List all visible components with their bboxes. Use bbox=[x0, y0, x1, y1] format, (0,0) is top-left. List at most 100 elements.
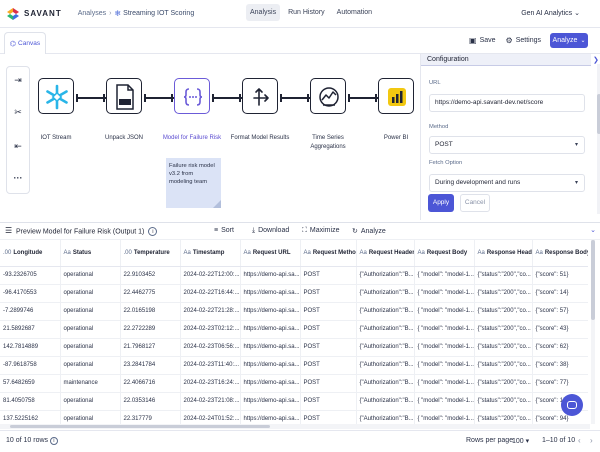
tab-automation[interactable]: Automation bbox=[333, 4, 376, 21]
powerbi-icon bbox=[379, 79, 415, 115]
table-cell: 137.5225162 bbox=[0, 410, 61, 424]
settings-label: Settings bbox=[515, 37, 541, 44]
table-row[interactable]: 57.6482659 maintenance 22.4066716 2024-02-2… bbox=[0, 374, 588, 393]
input-icon[interactable]: ⇥ bbox=[7, 75, 29, 86]
sort-label: Sort bbox=[221, 227, 234, 234]
column-header[interactable]: Aa Status bbox=[60, 240, 121, 267]
chevron-right-icon[interactable]: ❯ bbox=[593, 56, 599, 64]
scrollbar-thumb[interactable] bbox=[10, 425, 270, 428]
table-cell: {"score": 51} bbox=[532, 266, 588, 285]
table-cell: 22.0353146 bbox=[120, 392, 181, 411]
input-port[interactable] bbox=[103, 94, 105, 102]
connector bbox=[280, 97, 310, 99]
analyze-button[interactable]: Analyze ⌄ bbox=[550, 33, 588, 48]
sticky-note[interactable]: Failure risk model v3.2 from modeling te… bbox=[166, 158, 221, 208]
column-type-icon: Aa bbox=[535, 249, 543, 256]
url-field[interactable]: https://demo-api.savant-dev.net/score bbox=[429, 94, 585, 112]
output-port[interactable] bbox=[76, 94, 78, 102]
info-icon[interactable]: i bbox=[49, 437, 58, 445]
table-row[interactable]: -96.4170553 operational 22.4462775 2024-02-… bbox=[0, 284, 588, 303]
table-row[interactable]: 142.7814889 operational 21.7968127 2024-02-… bbox=[0, 338, 588, 357]
column-header[interactable]: Aa Request URL bbox=[240, 240, 301, 267]
table-row[interactable]: 81.4050758 operational 22.0353146 2024-02-2… bbox=[0, 392, 588, 411]
output-port[interactable] bbox=[212, 94, 214, 102]
column-header[interactable]: Aa Response Body bbox=[532, 240, 588, 267]
node-unpack-json[interactable] bbox=[106, 78, 142, 114]
node-iot-stream[interactable] bbox=[38, 78, 74, 114]
column-header[interactable]: Aa Request Body bbox=[414, 240, 475, 267]
preview-analyze-button[interactable]: ↻ Analyze bbox=[352, 227, 386, 235]
download-label: Download bbox=[258, 227, 290, 234]
workflow-canvas[interactable]: IOT Stream Unpack JSON Model for Failure… bbox=[30, 56, 415, 222]
table-cell: { "model": "model-1... bbox=[414, 302, 475, 321]
prev-page-icon[interactable]: ‹ bbox=[578, 436, 581, 445]
node-power-bi[interactable] bbox=[378, 78, 414, 114]
table-vertical-scrollbar[interactable] bbox=[591, 240, 595, 424]
column-type-icon: Aa bbox=[243, 249, 251, 256]
table-cell: POST bbox=[300, 392, 357, 411]
snowflake-icon: ❄ bbox=[114, 9, 122, 18]
table-row[interactable]: -87.9618758 operational 23.2841784 2024-02-… bbox=[0, 356, 588, 375]
input-port[interactable] bbox=[375, 94, 377, 102]
input-port[interactable] bbox=[307, 94, 309, 102]
format-arrows-icon bbox=[243, 79, 279, 115]
menu-icon[interactable]: ☰ bbox=[5, 226, 12, 235]
fetch-option-select[interactable]: During development and runs ▾ bbox=[429, 174, 585, 192]
column-header[interactable]: Aa Request Headers bbox=[356, 240, 415, 267]
tab-run-history[interactable]: Run History bbox=[284, 4, 329, 21]
table-cell: 2024-02-22T12:00:... bbox=[180, 266, 241, 285]
table-cell: https://demo-api.sa... bbox=[240, 356, 301, 375]
connector bbox=[144, 97, 174, 99]
refresh-icon: ↻ bbox=[352, 228, 358, 235]
sort-icon: ≡ bbox=[214, 227, 219, 234]
node-time-series-aggregations[interactable] bbox=[310, 78, 346, 114]
output-port[interactable] bbox=[280, 94, 282, 102]
info-icon[interactable]: i bbox=[148, 227, 158, 236]
rows-per-page-select[interactable]: 100 ▾ bbox=[512, 437, 529, 445]
table-cell: 2024-02-22T16:44:... bbox=[180, 284, 241, 303]
maximize-button[interactable]: ⛶ Maximize bbox=[302, 227, 339, 235]
cancel-button[interactable]: Cancel bbox=[460, 194, 490, 212]
savant-logo[interactable]: SAVANT bbox=[6, 7, 62, 21]
breadcrumb-analyses[interactable]: Analyses bbox=[78, 10, 106, 17]
table-cell: 2024-02-23T11:40:... bbox=[180, 356, 241, 375]
output-port[interactable] bbox=[348, 94, 350, 102]
output-port[interactable] bbox=[144, 94, 146, 102]
connector bbox=[212, 97, 242, 99]
method-select[interactable]: POST ▾ bbox=[429, 136, 585, 154]
node-format-model-results[interactable] bbox=[242, 78, 278, 114]
tab-analysis[interactable]: Analysis bbox=[246, 4, 281, 21]
table-row[interactable]: -93.2326705 operational 22.9103452 2024-02-… bbox=[0, 266, 588, 285]
chat-assistant-button[interactable] bbox=[561, 394, 583, 416]
column-type-icon: Aa bbox=[477, 249, 485, 256]
input-port[interactable] bbox=[239, 94, 241, 102]
settings-button[interactable]: ⚙ Settings bbox=[506, 36, 541, 45]
table-row[interactable]: -7.2899746 operational 22.0165198 2024-02-2… bbox=[0, 302, 588, 321]
more-icon[interactable]: ··· bbox=[7, 173, 29, 183]
collapse-chevron-icon[interactable]: ⌄ bbox=[590, 226, 596, 234]
table-row[interactable]: 137.5225162 operational 22.317779 2024-02-2… bbox=[0, 410, 588, 424]
scrollbar-thumb[interactable] bbox=[591, 240, 595, 320]
column-header[interactable]: Aa Timestamp bbox=[180, 240, 241, 267]
tab-canvas[interactable]: ⌬ Canvas bbox=[4, 32, 46, 54]
table-cell: POST bbox=[300, 410, 357, 424]
column-header[interactable]: .00 Temperature bbox=[120, 240, 181, 267]
fetch-option-value: During development and runs bbox=[435, 179, 521, 186]
sort-button[interactable]: ≡ Sort bbox=[214, 227, 234, 234]
input-port[interactable] bbox=[171, 94, 173, 102]
column-header[interactable]: AaResponse Headers bbox=[474, 240, 533, 267]
column-header[interactable]: .00 Longitude bbox=[0, 240, 61, 267]
table-horizontal-scrollbar[interactable] bbox=[0, 424, 590, 429]
save-button[interactable]: ▣ Save bbox=[469, 36, 496, 45]
table-cell: { "model": "model-1... bbox=[414, 320, 475, 339]
workspace-dropdown[interactable]: Gen AI Analytics ⌄ bbox=[521, 9, 580, 17]
wrench-icon[interactable]: ✂ bbox=[7, 107, 29, 118]
download-icon: ⤓ bbox=[252, 227, 256, 234]
node-model-for-failure-risk[interactable] bbox=[174, 78, 210, 114]
table-cell: 81.4050758 bbox=[0, 392, 61, 411]
next-page-icon[interactable]: › bbox=[590, 436, 593, 445]
apply-button[interactable]: Apply bbox=[428, 194, 454, 212]
download-button[interactable]: ⤓ Download bbox=[252, 227, 289, 235]
column-header[interactable]: Aa Request Method bbox=[300, 240, 357, 267]
table-row[interactable]: 21.5892687 operational 22.2722289 2024-02-2… bbox=[0, 320, 588, 339]
